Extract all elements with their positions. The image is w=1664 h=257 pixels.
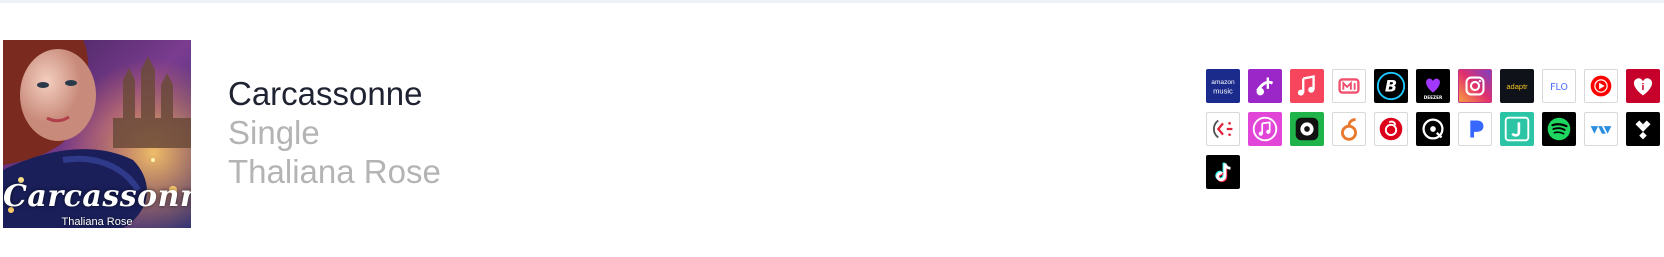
tiktok-icon[interactable] — [1206, 155, 1240, 189]
jiosaavn-icon[interactable] — [1500, 112, 1534, 146]
youtube-music-icon[interactable] — [1584, 69, 1618, 103]
deezer-label: DEEZER — [1424, 95, 1443, 100]
melon-icon[interactable] — [1332, 112, 1366, 146]
apple-music-icon[interactable] — [1290, 69, 1324, 103]
tidal-icon[interactable] — [1626, 112, 1660, 146]
svg-text:B: B — [1385, 77, 1397, 96]
cover-title-text: Carcassonne — [3, 179, 191, 214]
boomplay-icon[interactable]: B — [1374, 69, 1408, 103]
instagram-icon[interactable] — [1458, 69, 1492, 103]
album-cover[interactable]: Carcassonne Thaliana Rose — [3, 40, 191, 228]
iheartradio-icon[interactable]: i — [1626, 69, 1660, 103]
audiomack-icon[interactable] — [1332, 69, 1366, 103]
amazon-music-icon[interactable]: amazon music — [1206, 69, 1240, 103]
release-artist[interactable]: Thaliana Rose — [228, 152, 441, 191]
kkbox-icon[interactable] — [1290, 112, 1324, 146]
tidal-wave-icon[interactable] — [1584, 112, 1618, 146]
release-row: Carcassonne Thaliana Rose Carcassonne Si… — [0, 0, 1664, 257]
joox-icon[interactable] — [1206, 112, 1240, 146]
adaptr-label: adaptr — [1506, 82, 1528, 91]
anghami-icon[interactable] — [1248, 69, 1282, 103]
flo-icon[interactable]: FLO — [1542, 69, 1576, 103]
streaming-services-grid: amazon music B DEEZER adaptr FLO i — [1206, 69, 1664, 189]
svg-text:i: i — [1642, 82, 1645, 92]
release-type: Single — [228, 114, 320, 151]
amazon-music-label-line1: amazon — [1211, 79, 1235, 86]
pandora-icon[interactable] — [1458, 112, 1492, 146]
netease-music-icon[interactable] — [1374, 112, 1408, 146]
spotify-icon[interactable] — [1542, 112, 1576, 146]
release-info: Carcassonne Single Thaliana Rose — [228, 74, 441, 191]
amazon-music-label-line2: music — [1213, 87, 1233, 96]
deezer-icon[interactable]: DEEZER — [1416, 69, 1450, 103]
flo-label: FLO — [1550, 82, 1568, 93]
adaptr-icon[interactable]: adaptr — [1500, 69, 1534, 103]
release-title[interactable]: Carcassonne — [228, 74, 441, 113]
cover-artist-text: Thaliana Rose — [61, 216, 133, 228]
itunes-icon[interactable] — [1248, 112, 1282, 146]
napster-icon[interactable] — [1416, 112, 1450, 146]
